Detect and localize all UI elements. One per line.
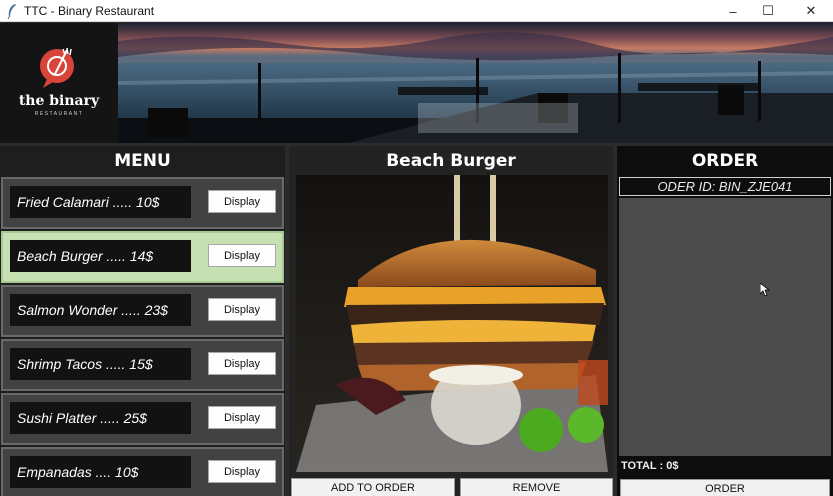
logo-name: the binary bbox=[18, 93, 100, 109]
minimize-button[interactable]: – bbox=[713, 0, 753, 22]
close-button[interactable]: ✕ bbox=[791, 0, 831, 22]
fork-bubble-icon bbox=[40, 47, 74, 88]
dish-detail-panel: Beach Burger ADD TO ORDER REMOVE bbox=[289, 146, 613, 496]
menu-item[interactable]: Empanadas .... 10$ Display bbox=[1, 447, 284, 496]
display-button[interactable]: Display bbox=[208, 244, 276, 267]
mouse-cursor-icon bbox=[760, 283, 770, 297]
menu-item-label: Sushi Platter ..... 25$ bbox=[10, 402, 191, 434]
display-button[interactable]: Display bbox=[208, 352, 276, 375]
display-button[interactable]: Display bbox=[208, 460, 276, 483]
window-titlebar: TTC - Binary Restaurant – ☐ ✕ bbox=[0, 0, 833, 22]
order-panel: ORDER ODER ID: BIN_ZJE041 TOTAL : 0$ ORD… bbox=[617, 146, 833, 496]
menu-item-label: Beach Burger ..... 14$ bbox=[10, 240, 191, 272]
menu-item-label: Empanadas .... 10$ bbox=[10, 456, 191, 488]
minimize-icon: – bbox=[729, 3, 737, 19]
maximize-icon: ☐ bbox=[762, 3, 774, 18]
menu-panel: MENU Fried Calamari ..... 10$ Display Be… bbox=[0, 146, 285, 496]
menu-item-label: Salmon Wonder ..... 23$ bbox=[10, 294, 191, 326]
menu-title: MENU bbox=[114, 151, 171, 171]
window-title: TTC - Binary Restaurant bbox=[24, 4, 155, 18]
remove-button[interactable]: REMOVE bbox=[460, 478, 613, 496]
add-to-order-button[interactable]: ADD TO ORDER bbox=[291, 478, 455, 496]
header-banner: the binary RESTAURANT bbox=[0, 23, 833, 143]
menu-item[interactable]: Sushi Platter ..... 25$ Display bbox=[1, 393, 284, 445]
menu-item-selected[interactable]: Beach Burger ..... 14$ Display bbox=[1, 231, 284, 283]
menu-item[interactable]: Shrimp Tacos ..... 15$ Display bbox=[1, 339, 284, 391]
order-items-list bbox=[619, 198, 831, 456]
display-button[interactable]: Display bbox=[208, 190, 276, 213]
menu-item[interactable]: Fried Calamari ..... 10$ Display bbox=[1, 177, 284, 229]
restaurant-logo: the binary RESTAURANT bbox=[0, 23, 118, 143]
logo-tagline: RESTAURANT bbox=[34, 111, 84, 117]
place-order-button[interactable]: ORDER bbox=[620, 479, 830, 496]
maximize-button[interactable]: ☐ bbox=[748, 0, 788, 22]
display-button[interactable]: Display bbox=[208, 298, 276, 321]
menu-item[interactable]: Salmon Wonder ..... 23$ Display bbox=[1, 285, 284, 337]
dish-title: Beach Burger bbox=[386, 151, 516, 171]
feather-icon bbox=[7, 4, 16, 19]
menu-item-label: Fried Calamari ..... 10$ bbox=[10, 186, 191, 218]
menu-item-label: Shrimp Tacos ..... 15$ bbox=[10, 348, 191, 380]
dish-photo bbox=[296, 175, 608, 472]
order-title: ORDER bbox=[691, 151, 759, 171]
banner-photo bbox=[118, 23, 833, 143]
display-button[interactable]: Display bbox=[208, 406, 276, 429]
close-icon: ✕ bbox=[805, 3, 817, 18]
order-total: TOTAL : 0$ bbox=[621, 460, 679, 472]
order-id: ODER ID: BIN_ZJE041 bbox=[619, 177, 831, 196]
